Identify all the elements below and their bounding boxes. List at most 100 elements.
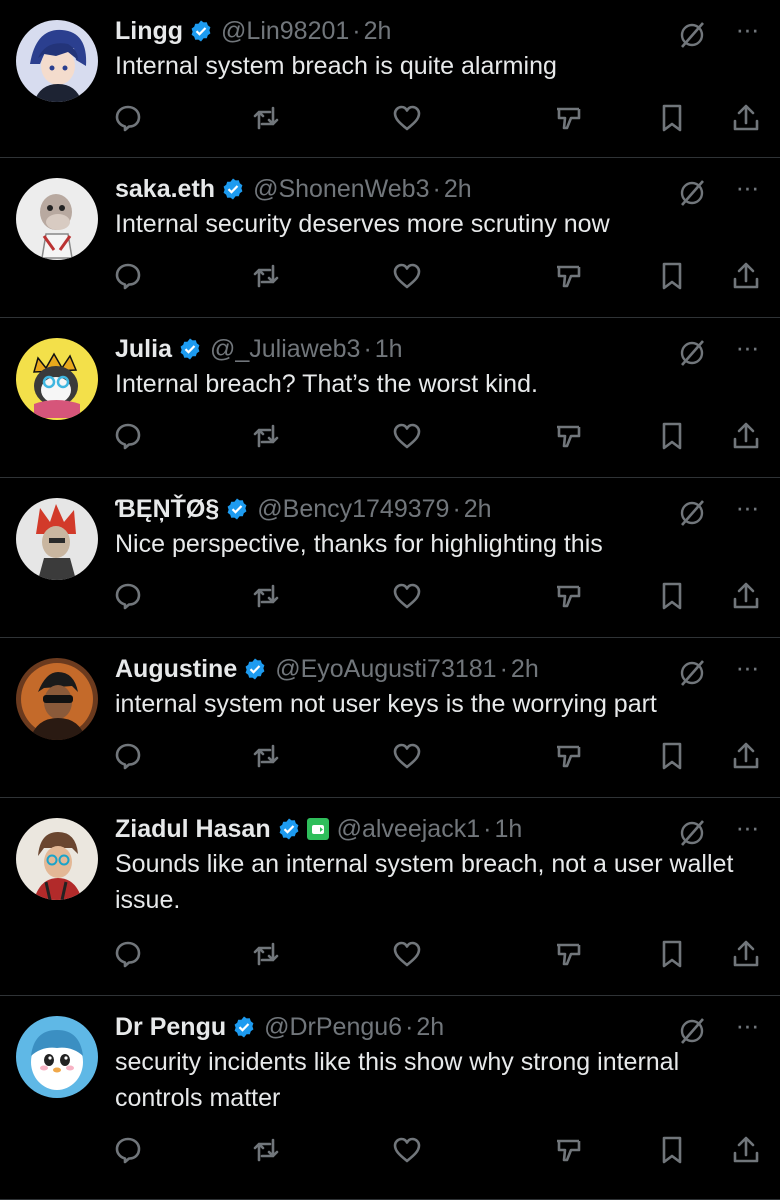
reply-button[interactable] xyxy=(110,578,146,614)
like-button[interactable] xyxy=(389,936,425,972)
retweet-button[interactable] xyxy=(248,100,284,136)
tweet-text: internal system not user keys is the wor… xyxy=(115,690,657,718)
like-button[interactable] xyxy=(389,100,425,136)
display-name[interactable]: saka.eth xyxy=(115,175,215,204)
tweet[interactable]: Augustine @EyoAugusti73181 · 2h ··· inte… xyxy=(0,638,780,798)
share-button[interactable] xyxy=(728,1132,764,1168)
avatar[interactable] xyxy=(16,20,98,102)
bookmark-button[interactable] xyxy=(654,1132,690,1168)
tweet[interactable]: Julia @_Juliaweb3 · 1h ··· Internal brea… xyxy=(0,318,780,478)
display-name[interactable]: Augustine xyxy=(115,655,237,684)
handle[interactable]: @EyoAugusti73181 xyxy=(275,655,496,684)
bookmark-button[interactable] xyxy=(654,578,690,614)
display-name[interactable]: ƁĘŅŤØ§ xyxy=(115,495,219,524)
share-button[interactable] xyxy=(728,100,764,136)
like-button[interactable] xyxy=(389,258,425,294)
grok-icon[interactable] xyxy=(677,1016,707,1046)
tweet-header: ƁĘŅŤØ§ @Bency1749379 · 2h xyxy=(115,492,762,526)
display-name[interactable]: Dr Pengu xyxy=(115,1013,226,1042)
dislike-button[interactable] xyxy=(550,418,586,454)
tweet-text: Internal breach? That’s the worst kind. xyxy=(115,370,538,398)
dislike-button[interactable] xyxy=(550,1132,586,1168)
share-button[interactable] xyxy=(728,418,764,454)
avatar[interactable] xyxy=(16,818,98,900)
tweet-text: Nice perspective, thanks for highlightin… xyxy=(115,530,603,558)
bookmark-button[interactable] xyxy=(654,418,690,454)
timestamp[interactable]: 1h xyxy=(375,335,403,364)
like-button[interactable] xyxy=(389,738,425,774)
grok-icon[interactable] xyxy=(677,338,707,368)
avatar[interactable] xyxy=(16,178,98,260)
more-icon[interactable]: ··· xyxy=(732,16,762,50)
more-icon[interactable]: ··· xyxy=(732,1012,762,1046)
more-icon[interactable]: ··· xyxy=(732,814,762,848)
share-button[interactable] xyxy=(728,258,764,294)
bookmark-button[interactable] xyxy=(654,936,690,972)
grok-icon[interactable] xyxy=(677,498,707,528)
like-button[interactable] xyxy=(389,578,425,614)
handle[interactable]: @_Juliaweb3 xyxy=(210,335,360,364)
dislike-button[interactable] xyxy=(550,578,586,614)
grok-icon[interactable] xyxy=(677,818,707,848)
retweet-button[interactable] xyxy=(248,1132,284,1168)
avatar[interactable] xyxy=(16,498,98,580)
reply-button[interactable] xyxy=(110,738,146,774)
share-button[interactable] xyxy=(728,578,764,614)
like-button[interactable] xyxy=(389,1132,425,1168)
handle[interactable]: @alveejack1 xyxy=(337,815,481,844)
display-name[interactable]: Lingg xyxy=(115,17,183,46)
timestamp[interactable]: 1h xyxy=(494,815,522,844)
handle[interactable]: @ShonenWeb3 xyxy=(253,175,429,204)
handle[interactable]: @Bency1749379 xyxy=(257,495,449,524)
avatar[interactable] xyxy=(16,1016,98,1098)
grok-icon[interactable] xyxy=(677,658,707,688)
more-icon[interactable]: ··· xyxy=(732,174,762,208)
share-icon xyxy=(733,1136,759,1163)
share-button[interactable] xyxy=(728,936,764,972)
handle[interactable]: @DrPengu6 xyxy=(264,1013,402,1042)
avatar[interactable] xyxy=(16,338,98,420)
retweet-button[interactable] xyxy=(248,578,284,614)
tweet[interactable]: Ziadul Hasan @alveejack1 · 1h ··· Sounds… xyxy=(0,798,780,996)
bookmark-button[interactable] xyxy=(654,738,690,774)
display-name[interactable]: Julia xyxy=(115,335,172,364)
dislike-button[interactable] xyxy=(550,936,586,972)
more-icon[interactable]: ··· xyxy=(732,334,762,368)
bookmark-button[interactable] xyxy=(654,100,690,136)
dislike-icon xyxy=(557,1139,581,1162)
bookmark-icon xyxy=(662,742,682,770)
more-icon[interactable]: ··· xyxy=(732,494,762,528)
dislike-button[interactable] xyxy=(550,738,586,774)
grok-icon[interactable] xyxy=(677,20,707,50)
tweet[interactable]: Lingg @Lin98201 · 2h ··· Internal system… xyxy=(0,0,780,158)
bookmark-button[interactable] xyxy=(654,258,690,294)
timestamp[interactable]: 2h xyxy=(464,495,492,524)
dislike-button[interactable] xyxy=(550,258,586,294)
retweet-button[interactable] xyxy=(248,936,284,972)
reply-button[interactable] xyxy=(110,1132,146,1168)
tweet[interactable]: saka.eth @ShonenWeb3 · 2h ··· Internal s… xyxy=(0,158,780,318)
reply-button[interactable] xyxy=(110,100,146,136)
retweet-button[interactable] xyxy=(248,738,284,774)
avatar[interactable] xyxy=(16,658,98,740)
share-icon xyxy=(733,940,759,967)
display-name[interactable]: Ziadul Hasan xyxy=(115,815,271,844)
timestamp[interactable]: 2h xyxy=(444,175,472,204)
tweet[interactable]: ƁĘŅŤØ§ @Bency1749379 · 2h ··· Nice persp… xyxy=(0,478,780,638)
share-button[interactable] xyxy=(728,738,764,774)
reply-button[interactable] xyxy=(110,936,146,972)
like-button[interactable] xyxy=(389,418,425,454)
tweet[interactable]: Dr Pengu @DrPengu6 · 2h ··· security inc… xyxy=(0,996,780,1200)
dislike-button[interactable] xyxy=(550,100,586,136)
reply-button[interactable] xyxy=(110,418,146,454)
reply-button[interactable] xyxy=(110,258,146,294)
retweet-button[interactable] xyxy=(248,258,284,294)
retweet-button[interactable] xyxy=(248,418,284,454)
handle[interactable]: @Lin98201 xyxy=(221,17,349,46)
timestamp[interactable]: 2h xyxy=(416,1013,444,1042)
timestamp[interactable]: 2h xyxy=(364,17,392,46)
timestamp[interactable]: 2h xyxy=(511,655,539,684)
more-icon[interactable]: ··· xyxy=(732,654,762,688)
grok-icon[interactable] xyxy=(677,178,707,208)
affiliate-badge-icon[interactable] xyxy=(306,818,329,840)
